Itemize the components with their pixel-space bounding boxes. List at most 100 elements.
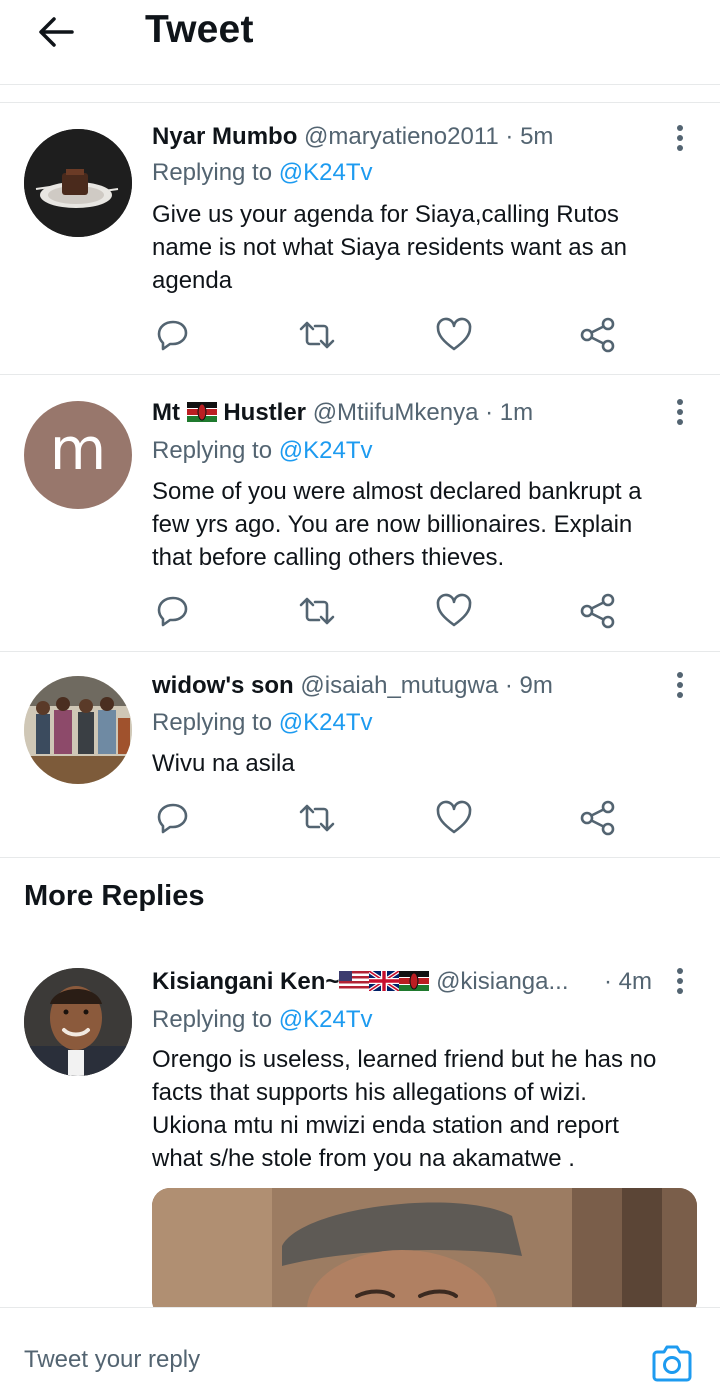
replying-to: Replying to @K24Tv xyxy=(152,709,372,737)
tweet-header: Kisiangani Ken~ @kisianga... · 4m xyxy=(152,968,660,996)
more-replies-heading: More Replies xyxy=(24,880,205,912)
replying-to-label: Replying to xyxy=(152,437,279,464)
tweet-header: Nyar Mumbo @maryatieno2011 · 5m xyxy=(152,123,553,151)
tweet-text-line: Orengo is useless, learned friend but he… xyxy=(152,1046,657,1073)
display-name[interactable]: Kisiangani Ken~ xyxy=(152,968,430,995)
top-bar: Tweet xyxy=(0,0,720,85)
tweet-text-line: name is not what Siaya residents want as… xyxy=(152,234,627,261)
retweet-button[interactable] xyxy=(297,591,337,631)
replying-to-mention[interactable]: @K24Tv xyxy=(279,159,373,186)
reply-composer: Tweet your reply xyxy=(0,1307,720,1397)
avatar[interactable] xyxy=(24,968,132,1076)
replying-to: Replying to @K24Tv xyxy=(152,437,372,465)
replying-to-mention[interactable]: @K24Tv xyxy=(279,437,373,464)
more-options-button[interactable] xyxy=(668,670,692,700)
reply-tweet[interactable]: widow's son @isaiah_mutugwa · 9m Replyin… xyxy=(0,651,720,858)
share-button[interactable] xyxy=(578,315,618,355)
timestamp[interactable]: 9m xyxy=(520,672,553,699)
handle[interactable]: @isaiah_mutugwa xyxy=(300,672,498,699)
tweet-text-line: facts that supports his allegations of w… xyxy=(152,1079,587,1106)
separator-dot: · xyxy=(504,672,513,699)
kenya-flag-icon xyxy=(399,971,430,991)
avatar[interactable]: m xyxy=(24,401,132,509)
reply-input[interactable]: Tweet your reply xyxy=(24,1346,200,1374)
kenya-flag-icon xyxy=(186,402,217,422)
reply-button[interactable] xyxy=(152,315,192,355)
handle[interactable]: @MtiifuMkenya xyxy=(313,399,479,426)
timestamp[interactable]: 1m xyxy=(500,399,533,426)
timestamp[interactable]: 4m xyxy=(619,968,652,995)
retweet-icon xyxy=(299,804,335,832)
tweet-text: Wivu na asila xyxy=(152,747,697,780)
like-button[interactable] xyxy=(434,798,474,838)
tweet-header: Mt Hustler @MtiifuMkenya · 1m xyxy=(152,399,533,427)
tweet-text: Some of you were almost declared bankrup… xyxy=(152,475,697,574)
reply-icon xyxy=(157,803,188,834)
tweet-media-image[interactable] xyxy=(152,1188,697,1318)
tweet-header: widow's son @isaiah_mutugwa · 9m xyxy=(152,672,553,700)
display-name-part: Mt xyxy=(152,399,180,426)
more-options-button[interactable] xyxy=(668,123,692,153)
more-icon xyxy=(677,125,683,151)
display-name-text: Kisiangani Ken~ xyxy=(152,968,340,995)
camera-icon xyxy=(652,1345,692,1382)
like-icon xyxy=(436,800,472,834)
avatar[interactable] xyxy=(24,129,132,237)
share-icon xyxy=(580,800,615,836)
replying-to-label: Replying to xyxy=(152,159,279,186)
timestamp-group: · 4m xyxy=(604,968,652,996)
like-icon xyxy=(436,593,472,627)
more-options-button[interactable] xyxy=(668,966,692,996)
share-icon xyxy=(580,593,615,629)
replying-to-label: Replying to xyxy=(152,1006,279,1033)
replying-to: Replying to @K24Tv xyxy=(152,1006,372,1034)
tweet-text-line: agenda xyxy=(152,267,233,294)
tweet-text: Give us your agenda for Siaya,calling Ru… xyxy=(152,198,697,297)
back-button[interactable] xyxy=(34,10,78,54)
display-name[interactable]: widow's son xyxy=(152,672,294,699)
handle[interactable]: @maryatieno2011 xyxy=(304,123,499,150)
tweet-text-line: that before calling others thieves. xyxy=(152,544,505,571)
more-icon xyxy=(677,672,683,698)
retweet-button[interactable] xyxy=(297,315,337,355)
reply-button[interactable] xyxy=(152,591,192,631)
camera-button[interactable] xyxy=(650,1341,694,1385)
tweet-actions xyxy=(150,798,620,838)
display-name-part: Hustler xyxy=(223,399,307,426)
more-options-button[interactable] xyxy=(668,397,692,427)
tweet-text-line: Ukiona mtu ni mwizi enda station and rep… xyxy=(152,1112,619,1139)
more-icon xyxy=(677,399,683,425)
usa-flag-icon xyxy=(339,971,370,991)
separator-dot: · xyxy=(505,123,514,150)
more-icon xyxy=(677,968,683,994)
like-icon xyxy=(436,317,472,351)
tweet-actions xyxy=(150,591,620,631)
share-icon xyxy=(580,317,615,353)
reply-tweet[interactable]: m Mt Hustler @MtiifuMkenya · 1m Replying… xyxy=(0,374,720,652)
handle[interactable]: @kisianga... xyxy=(436,968,568,995)
avatar-letter: m xyxy=(49,415,107,483)
share-button[interactable] xyxy=(578,798,618,838)
tweet-actions xyxy=(150,315,620,355)
page-title: Tweet xyxy=(145,8,254,51)
timestamp[interactable]: 5m xyxy=(520,123,553,150)
uk-flag-icon xyxy=(369,971,400,991)
reply-button[interactable] xyxy=(152,798,192,838)
retweet-icon xyxy=(299,597,335,625)
reply-icon xyxy=(157,596,188,627)
tweet-text-line: few yrs ago. You are now billionaires. E… xyxy=(152,511,633,538)
share-button[interactable] xyxy=(578,591,618,631)
like-button[interactable] xyxy=(434,315,474,355)
replying-to-mention[interactable]: @K24Tv xyxy=(279,1006,373,1033)
separator-dot: · xyxy=(485,399,494,426)
back-arrow-icon xyxy=(39,17,74,47)
display-name[interactable]: Mt Hustler xyxy=(152,399,306,426)
like-button[interactable] xyxy=(434,591,474,631)
replying-to-mention[interactable]: @K24Tv xyxy=(279,709,373,736)
display-name[interactable]: Nyar Mumbo xyxy=(152,123,297,150)
replying-to: Replying to @K24Tv xyxy=(152,159,372,187)
retweet-icon xyxy=(299,321,335,349)
avatar[interactable] xyxy=(24,676,132,784)
retweet-button[interactable] xyxy=(297,798,337,838)
reply-tweet[interactable]: Nyar Mumbo @maryatieno2011 · 5m Replying… xyxy=(0,102,720,375)
